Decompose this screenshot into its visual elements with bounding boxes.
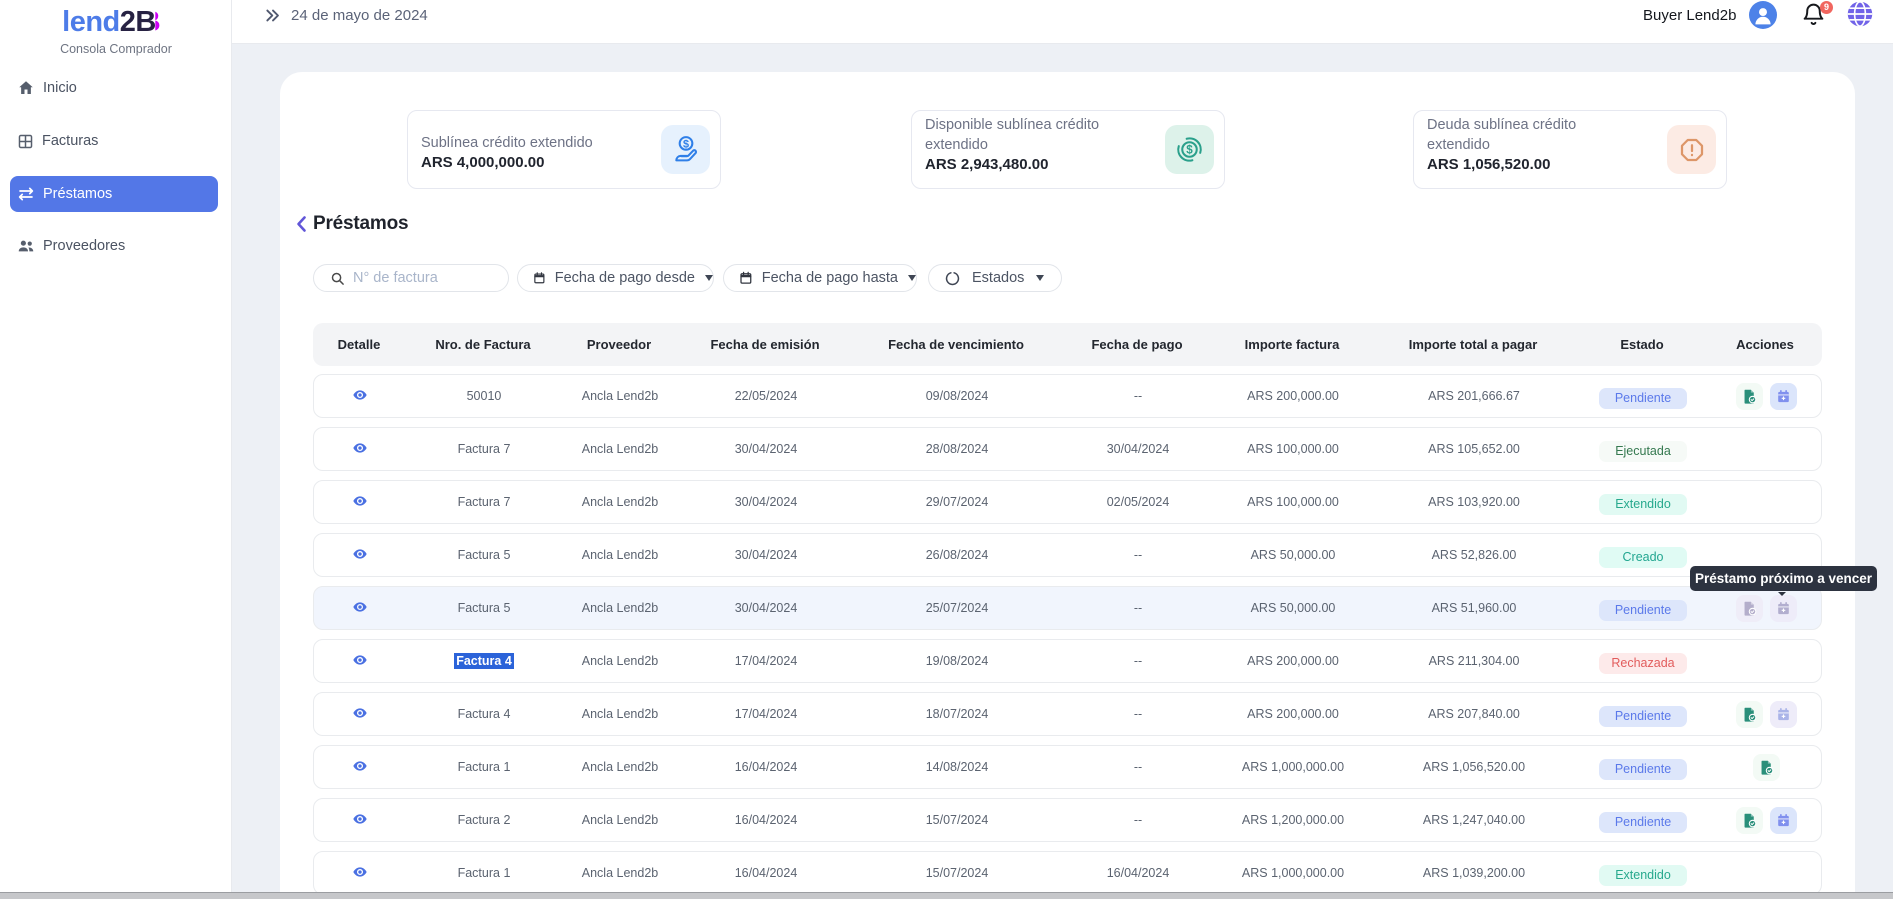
svg-text:$: $ — [1186, 144, 1193, 157]
svg-text:$: $ — [683, 138, 689, 150]
